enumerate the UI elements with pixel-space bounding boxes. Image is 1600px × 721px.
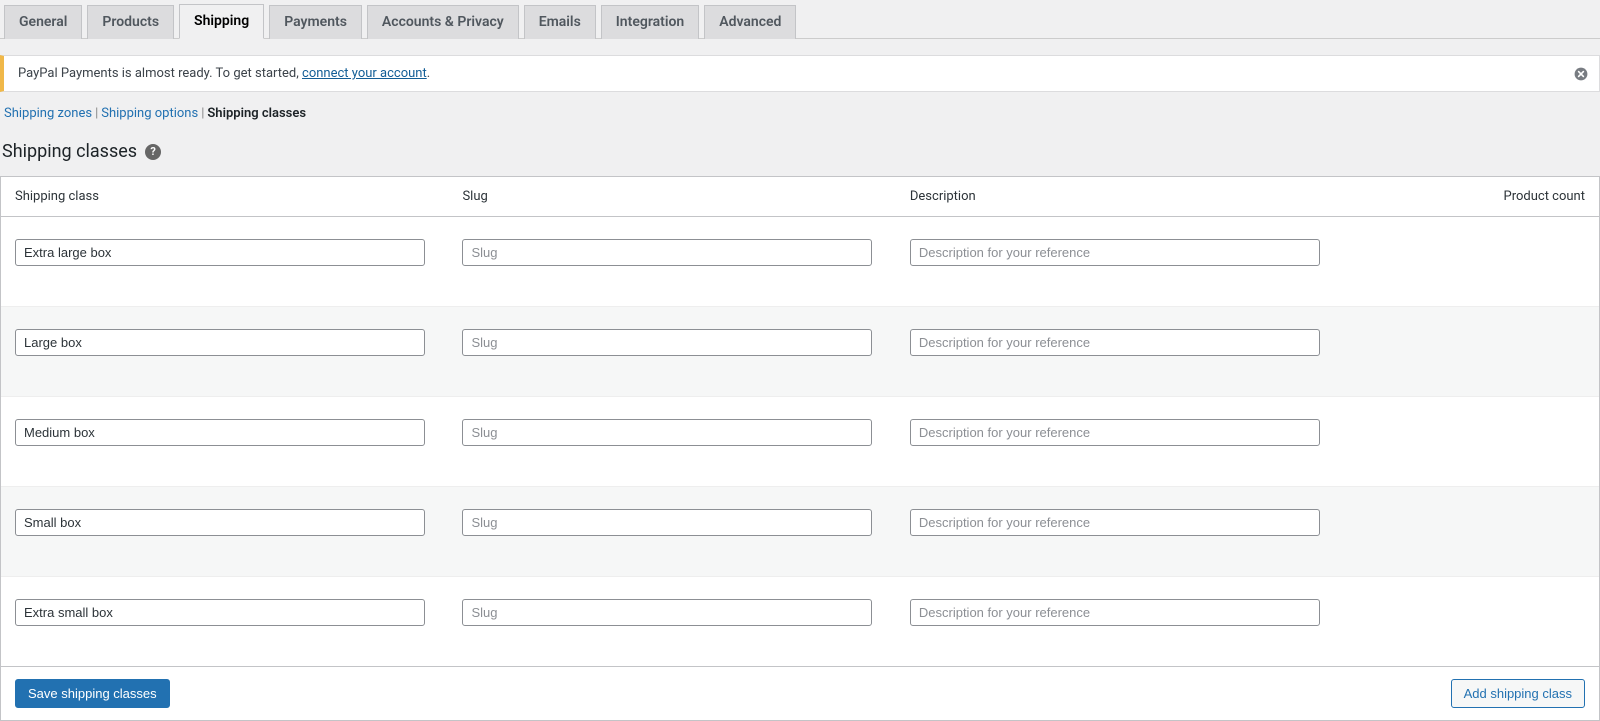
shipping-class-description-input[interactable] — [910, 239, 1320, 266]
tab-advanced[interactable]: Advanced — [704, 5, 796, 39]
tab-general[interactable]: General — [4, 5, 82, 39]
subnav-item-shipping-zones[interactable]: Shipping zones — [4, 106, 92, 121]
dismiss-notice-button[interactable] — [1571, 64, 1591, 84]
page-title-text: Shipping classes — [2, 141, 137, 162]
table-row — [1, 217, 1599, 306]
notice-text-after: . — [427, 66, 430, 81]
product-count-cell — [1375, 306, 1599, 396]
shipping-class-description-input[interactable] — [910, 329, 1320, 356]
help-tip-icon[interactable]: ? — [145, 144, 161, 160]
tab-accounts-privacy[interactable]: Accounts & Privacy — [367, 5, 519, 39]
paypal-setup-notice: PayPal Payments is almost ready. To get … — [0, 55, 1600, 92]
shipping-subnav: Shipping zones|Shipping options|Shipping… — [0, 106, 1600, 127]
col-header-slug: Slug — [448, 177, 895, 217]
page-title: Shipping classes ? — [2, 141, 1600, 162]
settings-tabs-container: GeneralProductsShippingPaymentsAccounts … — [0, 0, 1600, 39]
notice-text-before: PayPal Payments is almost ready. To get … — [18, 66, 302, 81]
table-row — [1, 306, 1599, 396]
shipping-class-slug-input[interactable] — [462, 599, 872, 626]
table-row — [1, 576, 1599, 666]
tab-integration[interactable]: Integration — [601, 5, 699, 39]
shipping-class-name-input[interactable] — [15, 329, 425, 356]
product-count-cell — [1375, 396, 1599, 486]
col-header-description: Description — [896, 177, 1375, 217]
shipping-class-description-input[interactable] — [910, 419, 1320, 446]
tab-products[interactable]: Products — [87, 5, 174, 39]
shipping-class-description-input[interactable] — [910, 599, 1320, 626]
table-row — [1, 396, 1599, 486]
shipping-class-description-input[interactable] — [910, 509, 1320, 536]
product-count-cell — [1375, 576, 1599, 666]
close-icon — [1573, 66, 1589, 82]
shipping-class-slug-input[interactable] — [462, 419, 872, 446]
shipping-class-name-input[interactable] — [15, 419, 425, 446]
shipping-class-slug-input[interactable] — [462, 509, 872, 536]
product-count-cell — [1375, 486, 1599, 576]
product-count-cell — [1375, 217, 1599, 306]
save-shipping-classes-button[interactable]: Save shipping classes — [15, 679, 170, 708]
shipping-classes-table: Shipping class Slug Description Product … — [0, 176, 1600, 721]
add-shipping-class-button[interactable]: Add shipping class — [1451, 679, 1585, 708]
tab-emails[interactable]: Emails — [524, 5, 596, 39]
table-header-row: Shipping class Slug Description Product … — [1, 177, 1599, 217]
tab-payments[interactable]: Payments — [269, 5, 362, 39]
shipping-class-name-input[interactable] — [15, 509, 425, 536]
table-row — [1, 486, 1599, 576]
subnav-item-shipping-options[interactable]: Shipping options — [101, 106, 198, 121]
shipping-class-name-input[interactable] — [15, 599, 425, 626]
table-footer: Save shipping classes Add shipping class — [15, 679, 1585, 708]
shipping-class-slug-input[interactable] — [462, 239, 872, 266]
connect-account-link[interactable]: connect your account — [302, 66, 427, 81]
tab-shipping[interactable]: Shipping — [179, 4, 264, 39]
subnav-item-shipping-classes: Shipping classes — [207, 106, 306, 121]
shipping-class-name-input[interactable] — [15, 239, 425, 266]
subnav-separator: | — [92, 106, 101, 121]
col-header-class: Shipping class — [1, 177, 448, 217]
col-header-count: Product count — [1375, 177, 1599, 217]
shipping-class-slug-input[interactable] — [462, 329, 872, 356]
subnav-separator: | — [198, 106, 207, 121]
